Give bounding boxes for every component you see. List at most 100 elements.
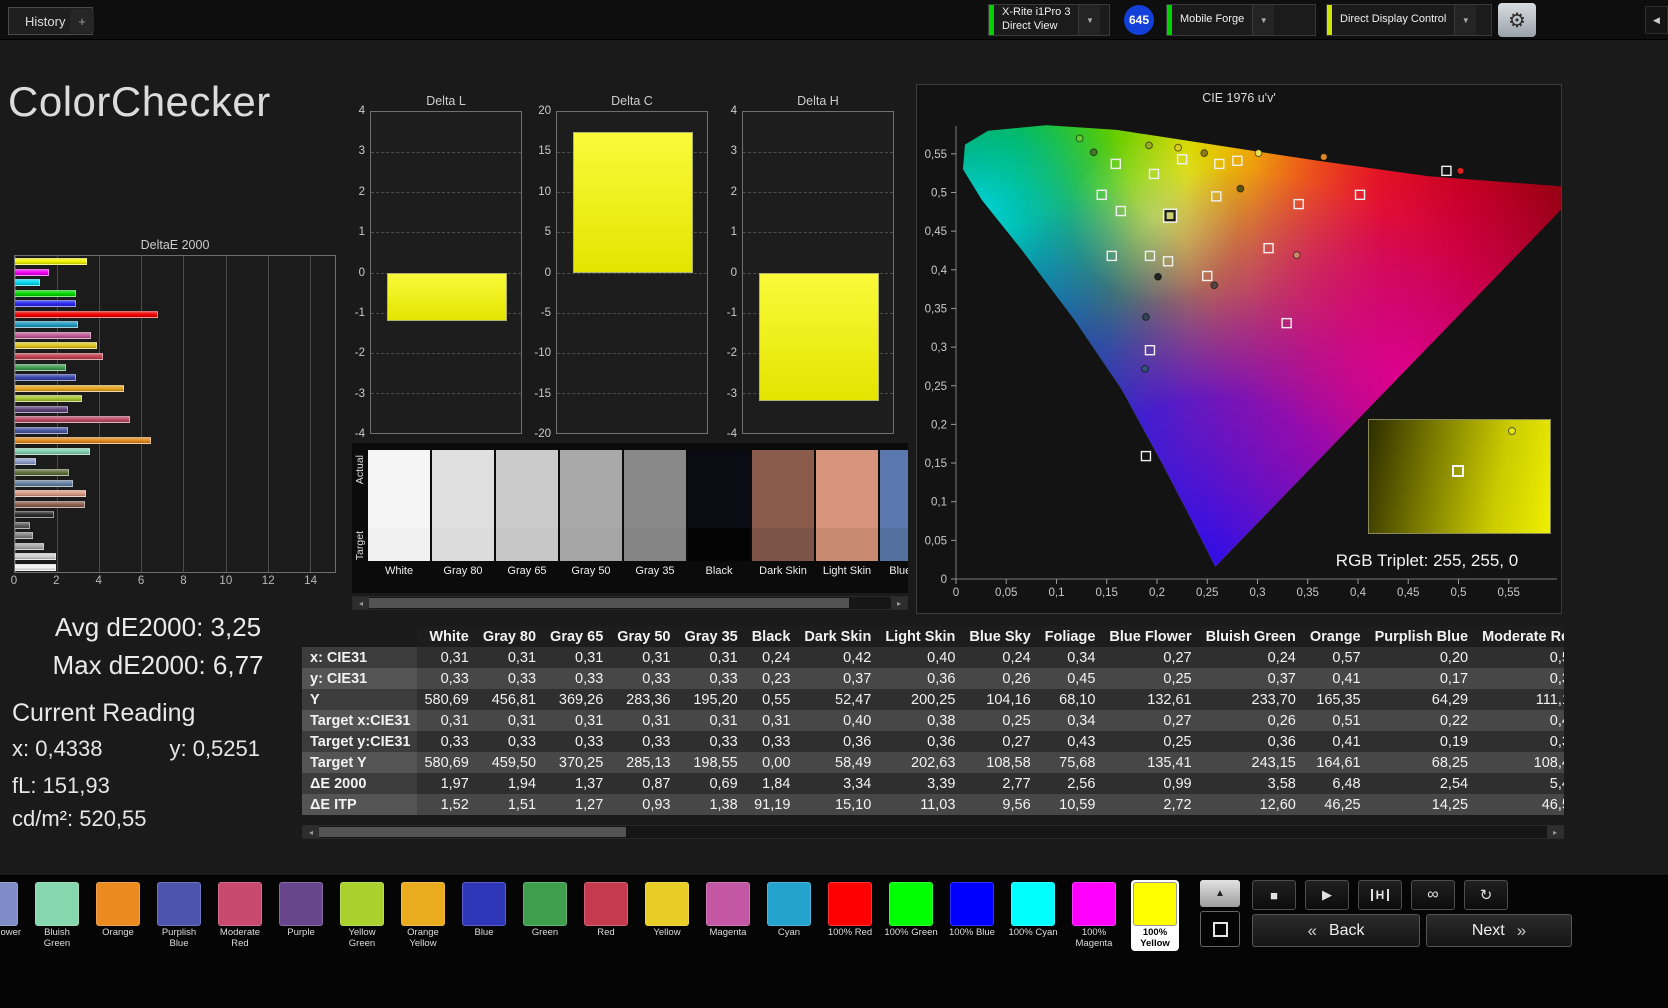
- patch-button[interactable]: 100% Yellow: [1131, 880, 1179, 951]
- patch-button[interactable]: Cyan: [767, 882, 811, 949]
- add-tab-button[interactable]: +: [70, 9, 94, 33]
- chart-bar: [15, 532, 33, 539]
- table-scrollbar[interactable]: ◂ ▸: [302, 825, 1564, 839]
- patch-button[interactable]: Red: [584, 882, 628, 949]
- deltae2000-x-axis: 02468101214: [14, 573, 336, 589]
- table-cell: 15,10: [797, 794, 878, 815]
- swatch-axis-labels: Actual Target: [352, 443, 368, 593]
- x-tick-label: 0,25: [1196, 587, 1218, 599]
- pattern-h-button[interactable]: H: [1358, 880, 1402, 910]
- scroll-thumb[interactable]: [319, 827, 626, 837]
- table-row: ΔE ITP1,521,511,270,931,3891,1915,1011,0…: [302, 794, 1564, 815]
- table-cell: 0,46: [1475, 710, 1564, 731]
- table-cell: 11,03: [878, 794, 962, 815]
- table-cell: 0,24: [1199, 647, 1303, 668]
- chevron-down-icon[interactable]: ▼: [1454, 5, 1476, 35]
- chart-gridline: [743, 152, 893, 153]
- swatch-target-color: [816, 528, 878, 561]
- patch-swatch: [218, 882, 262, 926]
- y-tick-label: 4: [359, 105, 365, 117]
- patch-button[interactable]: Magenta: [706, 882, 750, 949]
- x-tick-label: 0: [953, 587, 959, 599]
- refresh-button[interactable]: ↻: [1464, 880, 1508, 910]
- patch-button[interactable]: Yellow Green: [340, 882, 384, 949]
- patch-button[interactable]: Blue Flower: [0, 882, 18, 949]
- settings-button[interactable]: ⚙: [1498, 3, 1536, 37]
- patch-button[interactable]: Orange Yellow: [401, 882, 445, 949]
- patch-swatch: [1133, 882, 1177, 926]
- back-button[interactable]: « Back: [1252, 914, 1420, 947]
- table-cell: 0,33: [417, 668, 475, 689]
- y-tick-label: -2: [355, 347, 365, 359]
- collapse-panel-button[interactable]: ◀: [1645, 6, 1668, 34]
- y-tick-label: 0,35: [925, 303, 947, 315]
- y-tick-label: -1: [355, 307, 365, 319]
- table-header-cell: Gray 80: [476, 626, 543, 647]
- reading-x: x: 0,4338: [12, 736, 103, 762]
- zoom-target-square: [1452, 465, 1464, 477]
- scroll-track[interactable]: [369, 597, 891, 609]
- patch-label: 100% Cyan: [1006, 928, 1060, 939]
- table-header-cell: Blue Flower: [1102, 626, 1198, 647]
- table-cell: 0,31: [417, 710, 475, 731]
- chart-bar: [15, 458, 36, 465]
- patch-button[interactable]: 100% Green: [889, 882, 933, 949]
- patch-button[interactable]: Purplish Blue: [157, 882, 201, 949]
- stop-button[interactable]: ■: [1252, 880, 1296, 910]
- display-control-dropdown[interactable]: Direct Display Control ▼: [1326, 4, 1492, 36]
- patch-button[interactable]: Moderate Red: [218, 882, 262, 949]
- scroll-left-button[interactable]: ◂: [353, 597, 369, 609]
- patch-button[interactable]: 100% Blue: [950, 882, 994, 949]
- source-dropdown[interactable]: Mobile Forge ▼: [1166, 4, 1316, 36]
- patch-button[interactable]: 100% Cyan: [1011, 882, 1055, 949]
- patch-button[interactable]: Blue: [462, 882, 506, 949]
- scroll-track[interactable]: [319, 826, 1547, 838]
- meter-dropdown[interactable]: X-Rite i1Pro 3 Direct View ▼: [988, 4, 1110, 36]
- patch-button[interactable]: Yellow: [645, 882, 689, 949]
- scroll-right-button[interactable]: ▸: [1547, 826, 1563, 838]
- chart-gridline: [557, 273, 707, 274]
- patch-swatch: [279, 882, 323, 926]
- scroll-right-button[interactable]: ▸: [891, 597, 907, 609]
- infinity-icon: ∞: [1427, 886, 1438, 904]
- cie-dot-marker: [1457, 167, 1464, 174]
- scroll-thumb[interactable]: [369, 598, 849, 608]
- patch-button[interactable]: Green: [523, 882, 567, 949]
- table-cell: 68,10: [1038, 689, 1103, 710]
- chart-bar: [15, 364, 66, 371]
- cie-dot-marker: [1076, 135, 1083, 142]
- table-cell: 0,34: [1038, 710, 1103, 731]
- play-button[interactable]: ▶: [1305, 880, 1349, 910]
- table-cell: 0,37: [797, 668, 878, 689]
- chevron-down-icon[interactable]: ▼: [1252, 5, 1274, 35]
- x-tick-label: 0,4: [1350, 587, 1367, 599]
- patch-button[interactable]: Orange: [96, 882, 140, 949]
- patch-button[interactable]: 100% Magenta: [1072, 882, 1116, 949]
- next-button[interactable]: Next »: [1426, 914, 1572, 947]
- patch-button[interactable]: Purple: [279, 882, 323, 949]
- chart-gridline: [371, 152, 521, 153]
- play-icon: ▶: [1322, 887, 1332, 903]
- loop-button[interactable]: ∞: [1411, 880, 1455, 910]
- source-name: Mobile Forge: [1180, 13, 1244, 27]
- y-tick-label: 0: [359, 267, 365, 279]
- chevron-down-icon[interactable]: ▼: [1078, 5, 1100, 35]
- patch-button[interactable]: Bluish Green: [35, 882, 79, 949]
- display-control-label: Direct Display Control: [1332, 5, 1454, 35]
- patch-label: Blue Flower: [0, 928, 23, 939]
- pattern-window-button[interactable]: [1200, 911, 1240, 947]
- scroll-left-button[interactable]: ◂: [303, 826, 319, 838]
- y-tick-label: -5: [541, 307, 551, 319]
- table-cell: 0,31: [610, 710, 677, 731]
- chart-bar: [15, 258, 87, 265]
- patch-page-up-button[interactable]: ▲: [1200, 880, 1240, 907]
- chart-bar: [15, 269, 49, 276]
- table-cell: 46,25: [1303, 794, 1368, 815]
- swatch-scrollbar[interactable]: ◂ ▸: [352, 596, 908, 610]
- patch-button[interactable]: 100% Red: [828, 882, 872, 949]
- patch-swatch: [401, 882, 445, 926]
- table-header-cell: Bluish Green: [1199, 626, 1303, 647]
- table-header-cell: Gray 35: [677, 626, 744, 647]
- chart-bar: [15, 522, 30, 529]
- delta-bar: [387, 273, 507, 321]
